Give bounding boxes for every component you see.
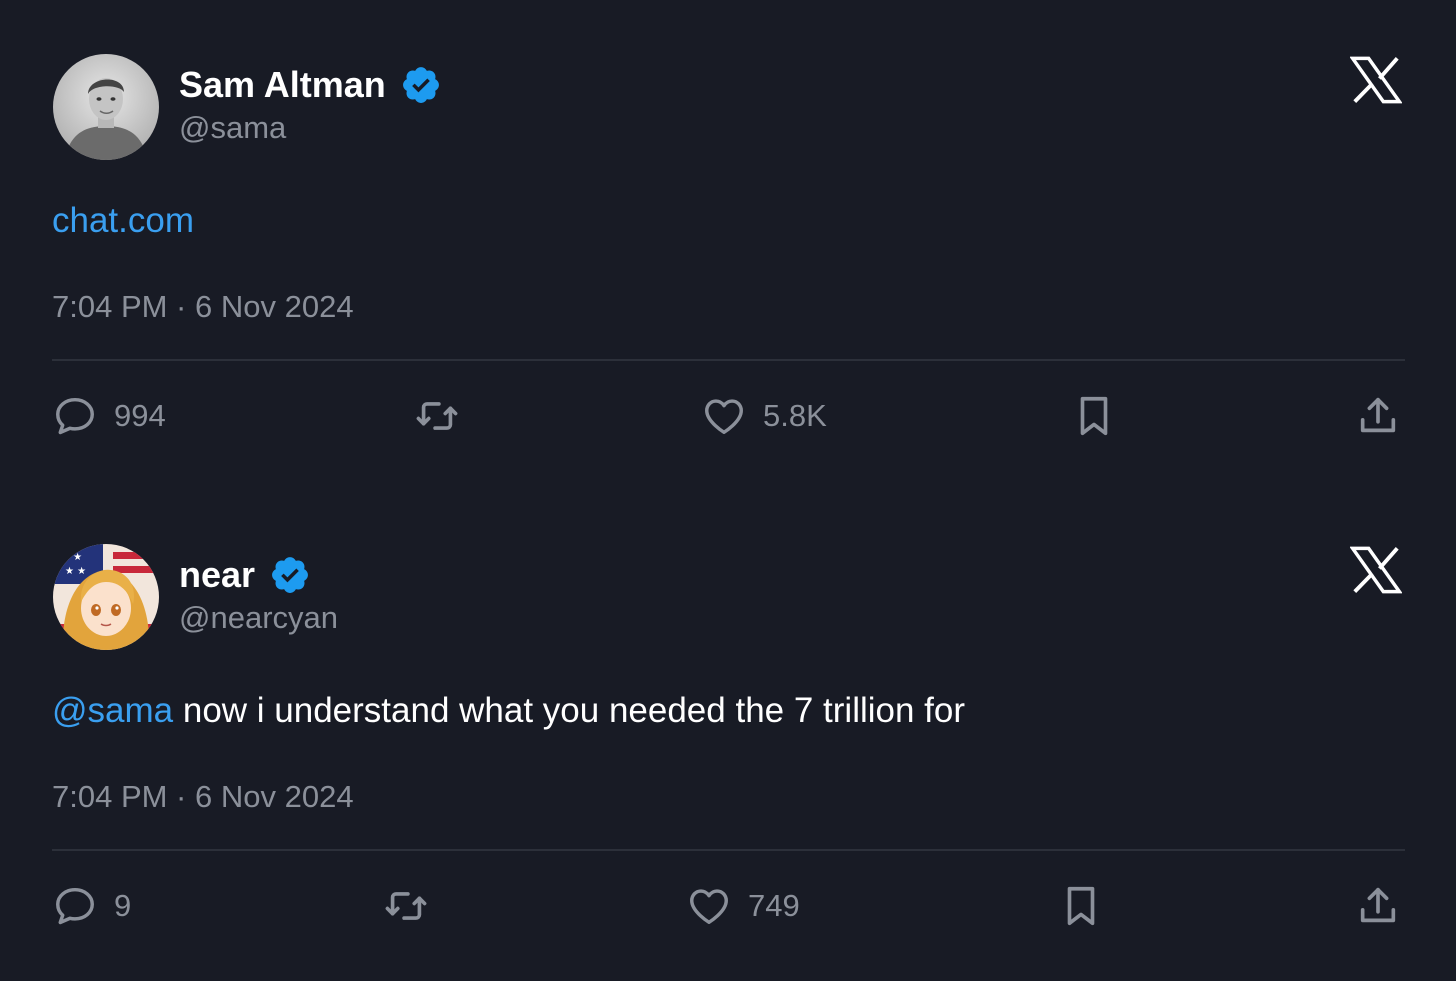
tweet-text: @sama now i understand what you needed t… — [52, 689, 965, 733]
share-icon — [1360, 397, 1396, 433]
verified-badge-icon — [272, 557, 308, 593]
timestamp[interactable]: 7:04 PM · 6 Nov 2024 — [52, 777, 354, 817]
handle[interactable]: @nearcyan — [179, 598, 338, 638]
tweet-card[interactable]: Sam Altman @sama chat.com 7:04 PM · 6 No… — [0, 0, 1456, 490]
divider — [52, 849, 1405, 851]
tweet-text-body: now i understand what you needed the 7 t… — [173, 691, 966, 730]
tweet-text: chat.com — [52, 199, 194, 243]
handle[interactable]: @sama — [179, 108, 286, 148]
like-count: 749 — [748, 888, 800, 923]
reply-icon — [56, 887, 94, 925]
avatar-photo — [53, 54, 159, 160]
tweet-link[interactable]: chat.com — [52, 201, 194, 240]
svg-text:★ ★: ★ ★ — [65, 566, 86, 577]
bookmark-icon — [1067, 886, 1095, 926]
display-name[interactable]: near — [179, 553, 255, 597]
x-logo-icon[interactable] — [1350, 546, 1402, 594]
display-name[interactable]: Sam Altman — [179, 63, 386, 107]
like-count: 5.8K — [763, 398, 827, 433]
retweet-icon — [385, 892, 427, 920]
x-logo-icon[interactable] — [1350, 56, 1402, 104]
bookmark-button[interactable] — [1058, 883, 1104, 929]
reply-icon — [56, 397, 94, 435]
reply-count: 994 — [114, 398, 166, 433]
bookmark-icon — [1080, 396, 1108, 436]
retweet-icon — [416, 402, 458, 430]
avatar-illustration: ★ ★ ★ ★ — [53, 544, 159, 650]
svg-text:★ ★: ★ ★ — [61, 552, 82, 563]
avatar[interactable]: ★ ★ ★ ★ — [53, 544, 159, 650]
bookmark-button[interactable] — [1071, 393, 1117, 439]
timestamp[interactable]: 7:04 PM · 6 Nov 2024 — [52, 287, 354, 327]
heart-icon — [705, 399, 743, 435]
avatar[interactable] — [53, 54, 159, 160]
like-button[interactable]: 749 — [686, 883, 800, 929]
retweet-button[interactable] — [414, 393, 476, 439]
share-button[interactable] — [1355, 883, 1401, 929]
verified-badge-icon — [402, 67, 439, 103]
reply-button[interactable]: 9 — [52, 883, 131, 929]
like-button[interactable]: 5.8K — [701, 393, 827, 439]
mention-link[interactable]: @sama — [52, 691, 173, 730]
tweet-card[interactable]: ★ ★ ★ ★ near @nearcyan @sama now i under… — [0, 490, 1456, 980]
retweet-button[interactable] — [383, 883, 445, 929]
divider — [52, 359, 1405, 361]
share-icon — [1360, 887, 1396, 923]
heart-icon — [690, 889, 728, 925]
reply-count: 9 — [114, 888, 132, 923]
reply-button[interactable]: 994 — [52, 393, 166, 439]
share-button[interactable] — [1355, 393, 1401, 439]
